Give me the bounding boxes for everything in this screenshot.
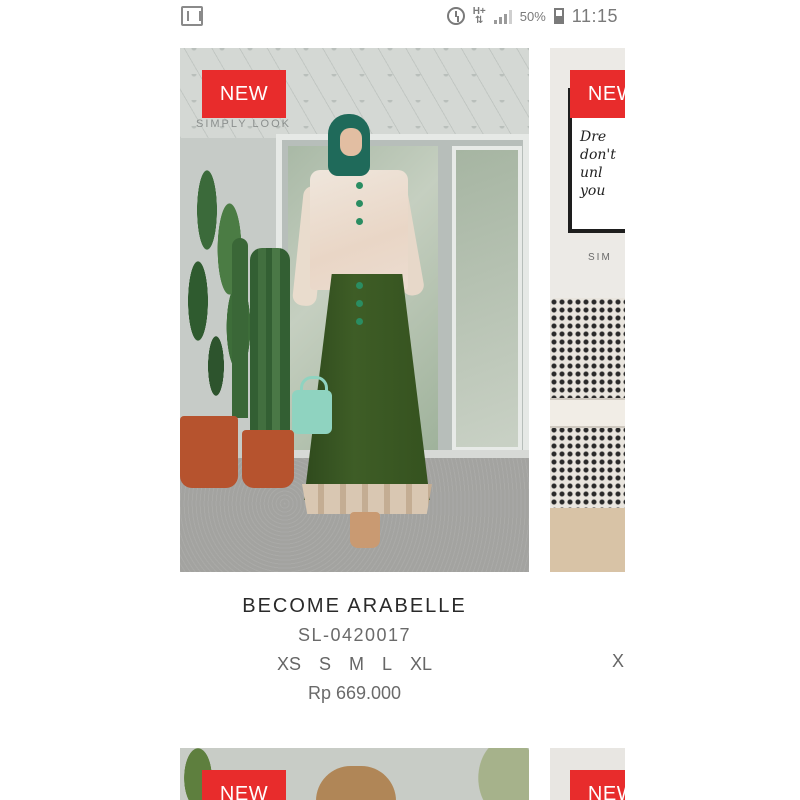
hat	[316, 766, 396, 800]
network-type: H+ ⇅	[472, 6, 486, 26]
product-sku: SL-0420017	[297, 625, 412, 645]
battery-icon	[553, 8, 564, 24]
new-badge: NEW	[570, 770, 625, 800]
new-badge: NEW	[570, 70, 625, 118]
plant-pot	[180, 416, 238, 488]
new-badge: NEW	[202, 770, 286, 800]
product-image-become-arabelle[interactable]: SIMPLY LOOK NEW	[180, 48, 529, 572]
gallery-icon	[181, 6, 203, 26]
product-image-next[interactable]: Dre don't unl you SIM NEW	[550, 48, 625, 572]
brand-watermark: SIMPLY LOOK	[196, 118, 291, 130]
plant-pot	[242, 430, 294, 488]
product-price: Rp 669.000	[307, 683, 402, 703]
size-option-xs[interactable]: XS	[612, 651, 625, 672]
signal-icon	[493, 8, 512, 24]
size-option-xs[interactable]: XS	[277, 650, 301, 678]
cactus	[250, 248, 290, 433]
handbag	[292, 376, 332, 434]
new-badge: NEW	[202, 70, 286, 118]
status-icons: H+ ⇅ 50% 11:15	[446, 5, 618, 27]
product-name[interactable]: BECOME ARABELLE	[180, 592, 529, 620]
product-image-third[interactable]: NEW	[180, 748, 529, 800]
brand-watermark: SIM	[588, 252, 612, 263]
battery-percent: 50%	[519, 8, 546, 24]
size-options: XS S M L XL	[180, 650, 529, 678]
size-option-m[interactable]: M	[349, 650, 364, 678]
product-image-fourth[interactable]: NEW	[550, 748, 625, 800]
alarm-icon	[446, 7, 465, 25]
product-info[interactable]: BECOME ARABELLE SL-0420017 XS S M L XL R…	[180, 592, 529, 707]
size-option-l[interactable]: L	[382, 650, 392, 678]
model-figure	[291, 114, 432, 548]
frame-text: Dre don't unl you	[580, 129, 616, 199]
status-bar: H+ ⇅ 50% 11:15	[0, 0, 800, 34]
clock-time: 11:15	[571, 5, 618, 26]
size-option-xl[interactable]: XL	[410, 650, 432, 678]
glass-door	[452, 146, 522, 451]
size-option-s[interactable]: S	[319, 650, 331, 678]
